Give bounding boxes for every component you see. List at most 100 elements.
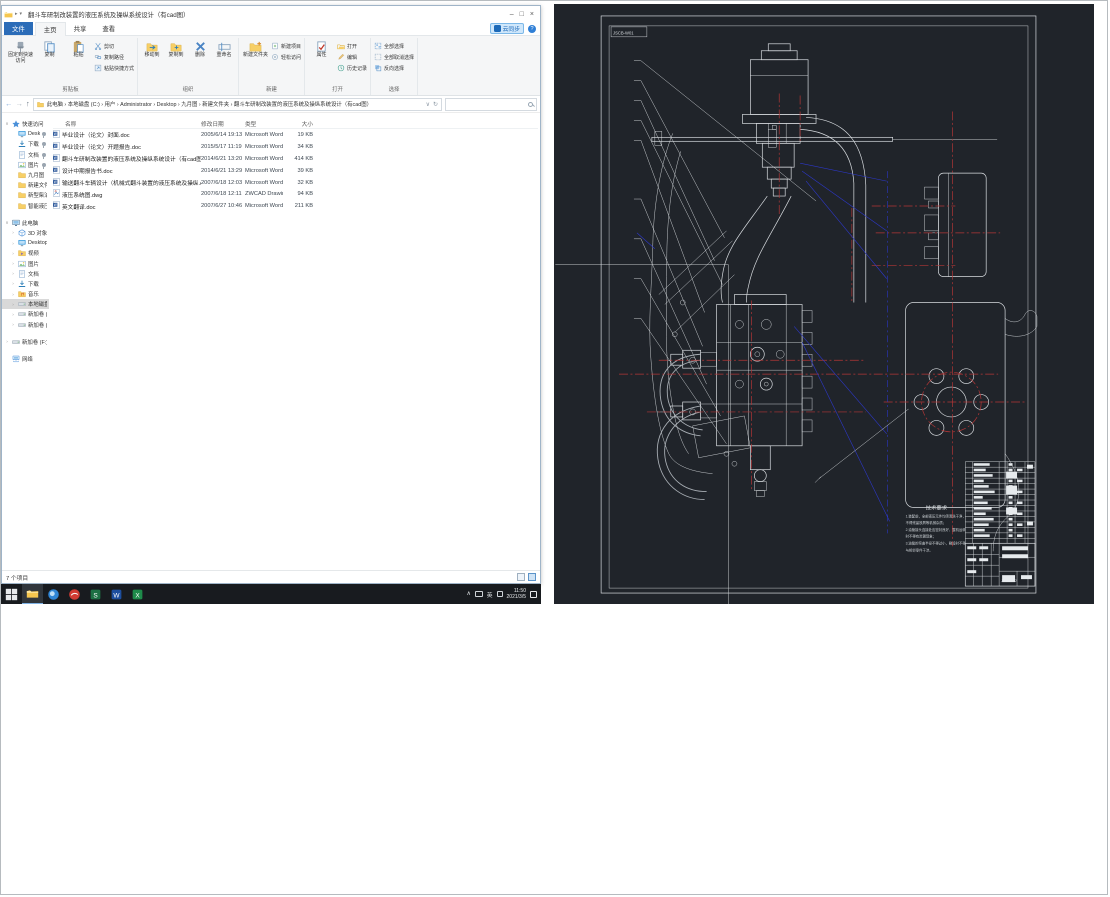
search-input[interactable] xyxy=(445,98,537,111)
sidebar-item-新加卷 (D:)[interactable]: ›新加卷 (D:) xyxy=(2,309,49,319)
file-row[interactable]: W设计中期报告书.doc2014/6/21 13:29Microsoft Wor… xyxy=(53,165,538,177)
ribbon-button-open[interactable]: 打开 xyxy=(337,41,367,51)
help-icon[interactable]: ? xyxy=(528,25,536,33)
qat-check-icon[interactable]: ▸ xyxy=(15,11,18,17)
sidebar-item-新建文件夹[interactable]: 新建文件夹 xyxy=(2,180,49,190)
tab-home[interactable]: 主页 xyxy=(35,22,66,36)
sidebar-item-快速访问[interactable]: ∨快速访问 xyxy=(2,119,49,129)
ribbon-button-shortcut[interactable]: 粘贴快捷方式 xyxy=(94,63,134,73)
ribbon-button-invert[interactable]: 反向选择 xyxy=(374,63,414,73)
breadcrumb[interactable]: 此电脑 › 本地磁盘 (C:) › 用户 › Administrator › D… xyxy=(33,98,442,111)
column-header-name[interactable]: 名称 xyxy=(53,119,201,128)
ribbon-button-pin[interactable]: 固定到快速访问 xyxy=(7,38,34,65)
taskbar-app-explorer[interactable] xyxy=(22,584,43,604)
ribbon-button-paste[interactable]: 粘贴 xyxy=(65,38,92,59)
ribbon-button-easyaccess[interactable]: 轻松访问 xyxy=(271,52,301,62)
tree-expander-icon[interactable]: › xyxy=(10,302,16,307)
file-row[interactable]: W毕业设计（论文）封面.doc2005/6/14 19:13Microsoft … xyxy=(53,129,538,141)
ribbon-button-path[interactable]: 复制路径 xyxy=(94,52,134,62)
file-row[interactable]: 液压系统图.dwg2007/6/18 12:11ZWCAD Drawing94 … xyxy=(53,188,538,200)
tree-expander-icon[interactable]: › xyxy=(10,251,16,256)
ribbon-button-newitem[interactable]: 新建项目 xyxy=(271,41,301,51)
sidebar-item-九月图[interactable]: 九月图 xyxy=(2,170,49,180)
sidebar-item-Desktop[interactable]: Desktop xyxy=(2,129,49,139)
ribbon-button-copy[interactable]: 复制 xyxy=(36,38,63,59)
column-header-type[interactable]: 类型 xyxy=(245,119,283,128)
file-row[interactable]: W毕业设计（论文）开题报告.doc2015/5/17 11:19Microsof… xyxy=(53,141,538,153)
sidebar-item-新加卷 (F:)[interactable]: ›新加卷 (F:) xyxy=(2,337,49,347)
details-view-icon[interactable] xyxy=(517,573,525,581)
ribbon-button-selectnone[interactable]: 全部取消选择 xyxy=(374,52,414,62)
sidebar-item-下载[interactable]: 下载 xyxy=(2,139,49,149)
sidebar-item-新型柴油机资料[interactable]: 新型柴油机资料 xyxy=(2,190,49,200)
sidebar-item-此电脑[interactable]: ∨此电脑 xyxy=(2,218,49,228)
tab-share[interactable]: 共享 xyxy=(66,22,95,35)
tree-expander-icon[interactable]: › xyxy=(10,241,16,246)
minimize-button[interactable]: – xyxy=(510,11,514,18)
sidebar-item-Desktop[interactable]: ›Desktop xyxy=(2,238,49,248)
tree-expander-icon[interactable]: › xyxy=(10,322,16,327)
column-header-size[interactable]: 大小 xyxy=(283,119,313,128)
taskbar-app-browser[interactable] xyxy=(43,584,64,604)
tree-expander-icon[interactable]: ∨ xyxy=(4,121,10,127)
ribbon-button-cut[interactable]: 剪切 xyxy=(94,41,134,51)
sidebar-item-音乐[interactable]: ›音乐 xyxy=(2,289,49,299)
ribbon-button-delete[interactable]: 删除 xyxy=(189,38,211,59)
sidebar-item-图片[interactable]: 图片 xyxy=(2,160,49,170)
sidebar-item-新加卷 (E:)[interactable]: ›新加卷 (E:) xyxy=(2,320,49,330)
tab-view[interactable]: 查看 xyxy=(94,22,123,35)
maximize-button[interactable]: □ xyxy=(520,11,524,18)
file-row[interactable]: W翻斗车研制改装置的液压系统及操纵系统设计（有cad图）.doc2014/6/2… xyxy=(53,153,538,165)
ime-indicator[interactable]: 英 xyxy=(487,590,493,599)
tree-expander-icon[interactable]: ∨ xyxy=(4,220,10,226)
touch-keyboard-icon[interactable] xyxy=(475,591,483,597)
tray-app-icon[interactable] xyxy=(497,591,503,597)
sidebar-item-视频[interactable]: ›视频 xyxy=(2,248,49,258)
tree-expander-icon[interactable]: › xyxy=(10,271,16,276)
sidebar-item-文档[interactable]: 文档 xyxy=(2,150,49,160)
taskbar-app-office-blue[interactable]: W xyxy=(106,584,127,604)
hidden-icons-chevron[interactable]: ∧ xyxy=(466,591,470,597)
sidebar-item-下载[interactable]: ›下载 xyxy=(2,279,49,289)
ribbon-button-properties[interactable]: 属性 xyxy=(308,38,335,59)
ribbon-button-edit[interactable]: 编辑 xyxy=(337,52,367,62)
ribbon-button-selectall[interactable]: 全部选择 xyxy=(374,41,414,51)
up-button[interactable]: ↑ xyxy=(26,100,30,108)
quick-access-toolbar[interactable]: ▸ ▾ xyxy=(4,10,22,19)
qat-customize-icon[interactable]: ▾ xyxy=(20,11,23,17)
ribbon-button-history[interactable]: 历史记录 xyxy=(337,63,367,73)
tree-expander-icon[interactable]: › xyxy=(10,292,16,297)
tree-expander-icon[interactable]: › xyxy=(10,281,16,286)
forward-button[interactable]: → xyxy=(16,100,24,108)
cloud-sync-badge[interactable]: 云同步 xyxy=(490,23,524,34)
sidebar-item-3D 对象[interactable]: ›3D 对象 xyxy=(2,228,49,238)
notification-center-icon[interactable] xyxy=(530,591,537,598)
ribbon-button-moveto[interactable]: 移动到 xyxy=(141,38,163,59)
sidebar-item-文档[interactable]: ›文档 xyxy=(2,269,49,279)
back-button[interactable]: ← xyxy=(5,100,13,108)
thumbnail-view-icon[interactable] xyxy=(528,573,536,581)
tree-expander-icon[interactable]: › xyxy=(10,230,16,235)
sidebar-item-网络[interactable]: 网络 xyxy=(2,354,49,364)
refresh-icon[interactable]: ↻ xyxy=(433,101,438,108)
taskbar-app-office-green[interactable]: S xyxy=(85,584,106,604)
breadcrumb-dropdown-icon[interactable]: ∨ xyxy=(426,101,430,108)
taskbar-app-media-red[interactable] xyxy=(64,584,85,604)
tree-expander-icon[interactable]: › xyxy=(10,261,16,266)
start-button[interactable] xyxy=(1,584,22,604)
ribbon-button-copyto[interactable]: 复制到 xyxy=(165,38,187,59)
tab-file[interactable]: 文件 xyxy=(4,22,33,35)
file-row[interactable]: W输送翻斗车辆设计（机械式翻斗装置的液压系统及操纵.doc2007/6/18 1… xyxy=(53,177,538,189)
column-header-date[interactable]: 修改日期 xyxy=(201,119,245,128)
taskbar-app-office-green2[interactable]: X xyxy=(127,584,148,604)
sidebar-item-智能液压设计资料[interactable]: 智能液压设计资料 xyxy=(2,201,49,211)
tree-expander-icon[interactable]: › xyxy=(4,339,10,344)
sidebar-item-本地磁盘 (C:)[interactable]: ›本地磁盘 (C:) xyxy=(2,299,49,309)
ribbon-button-rename[interactable]: 重命名 xyxy=(213,38,235,59)
close-button[interactable]: × xyxy=(530,11,534,18)
file-row[interactable]: W英文翻译.doc2007/6/27 10:46Microsoft Word .… xyxy=(53,200,538,212)
clock[interactable]: 11:50 2021/3/5 xyxy=(507,588,526,601)
sidebar-item-图片[interactable]: ›图片 xyxy=(2,258,49,268)
tree-expander-icon[interactable]: › xyxy=(10,312,16,317)
ribbon-button-newfolder[interactable]: 新建文件夹 xyxy=(242,38,269,59)
